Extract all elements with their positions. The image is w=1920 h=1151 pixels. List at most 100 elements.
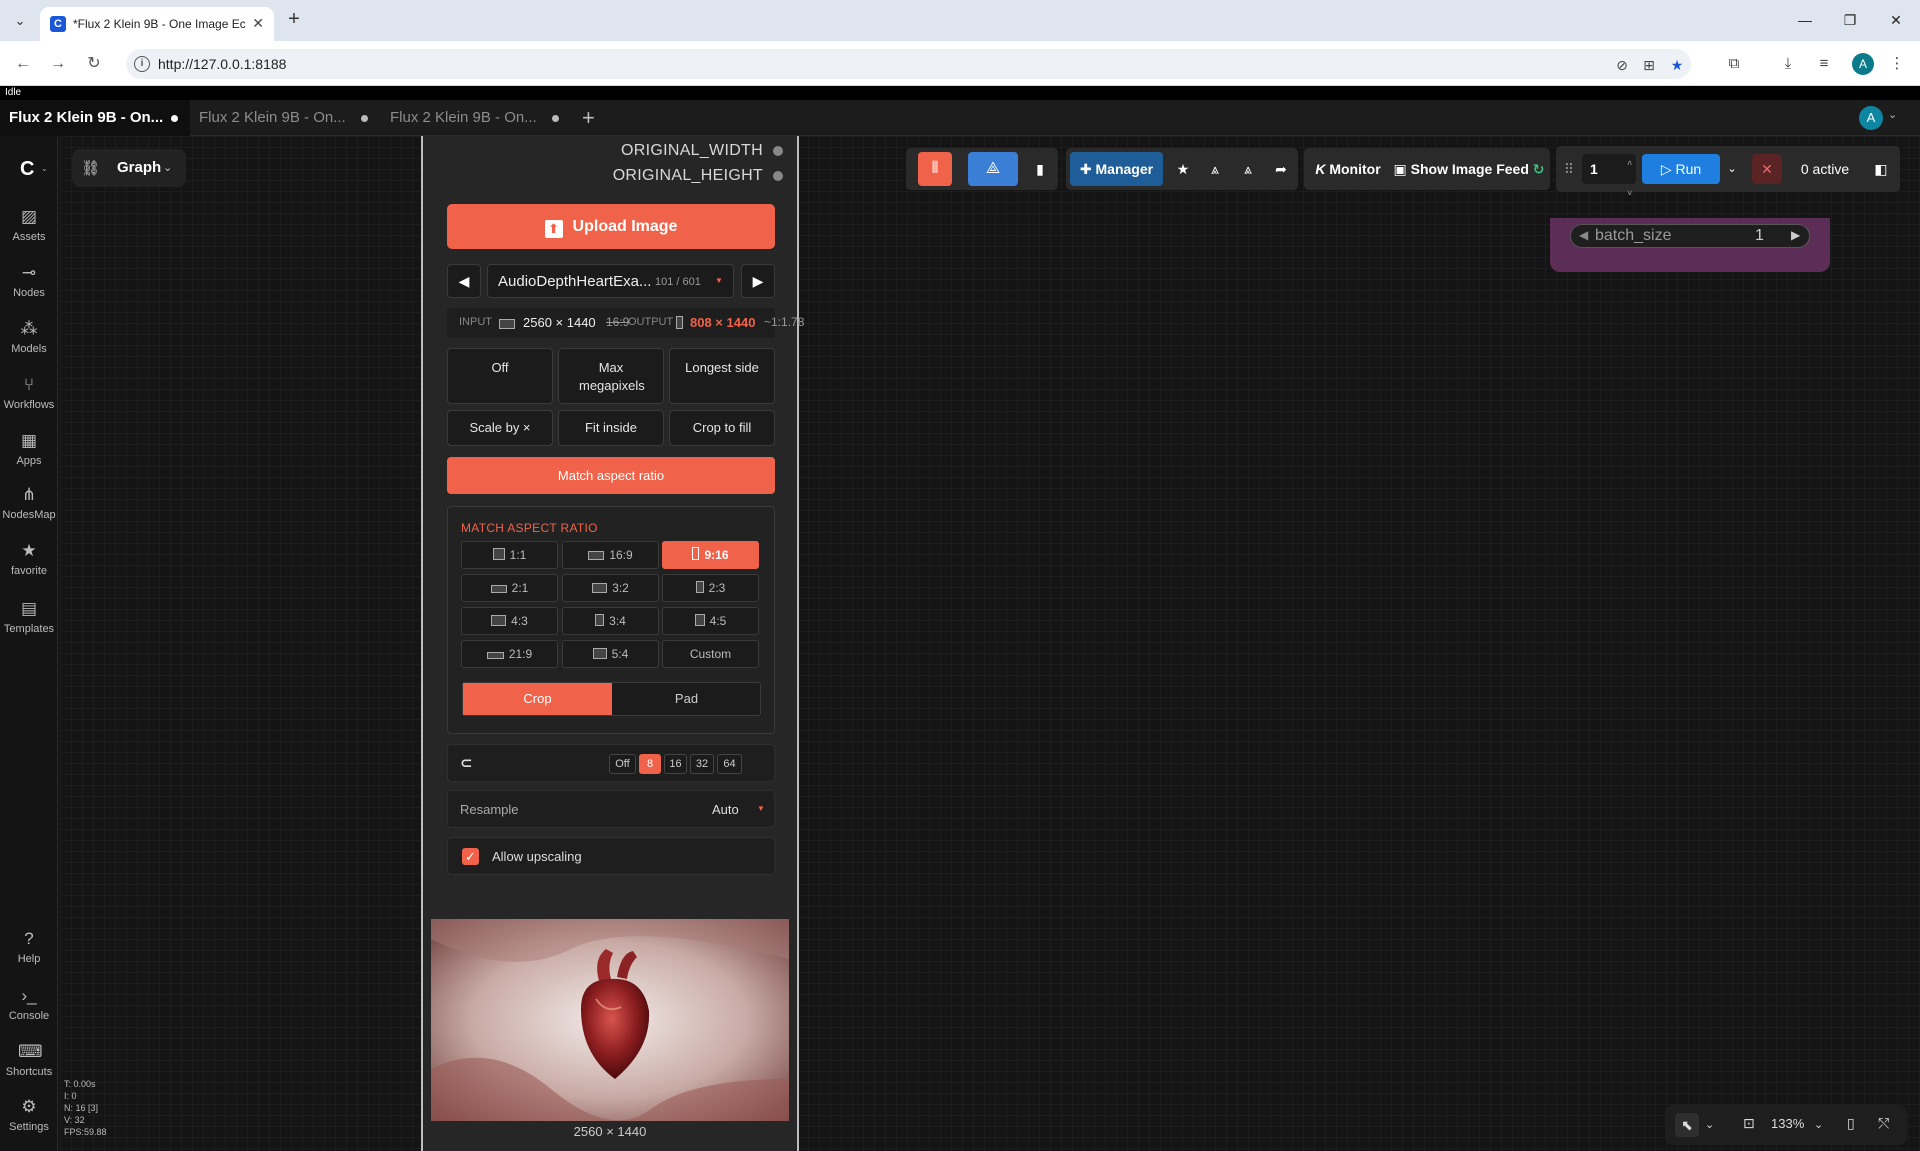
- pad-button[interactable]: Pad: [612, 683, 761, 715]
- downloads-icon[interactable]: ⤓: [1777, 53, 1799, 75]
- match-aspect-ratio-button[interactable]: Match aspect ratio: [447, 457, 775, 494]
- empty-latent-node[interactable]: ◀ batch_size 1 ▶: [1550, 218, 1830, 272]
- sidebar-item-console[interactable]: ›_ Console: [0, 985, 58, 1022]
- run-button[interactable]: ▷ Run: [1642, 154, 1720, 184]
- user-avatar[interactable]: A: [1859, 106, 1883, 130]
- add-workflow-icon[interactable]: +: [582, 105, 595, 131]
- comfy-logo-icon[interactable]: C: [20, 158, 34, 181]
- model-icon[interactable]: ⩓: [1200, 152, 1230, 186]
- output-original-width[interactable]: ORIGINAL_WIDTH: [621, 142, 783, 160]
- ratio-2-1-button[interactable]: 2:1: [461, 574, 558, 602]
- workflow-tab-1[interactable]: Flux 2 Klein 9B - On...: [0, 100, 190, 136]
- ratio-4-5-button[interactable]: 4:5: [662, 607, 759, 635]
- minimap-icon[interactable]: ▯: [1847, 1115, 1855, 1132]
- ratio-16-9-button[interactable]: 16:9: [562, 541, 659, 569]
- output-pin-icon[interactable]: [773, 145, 783, 156]
- mode-max-megapixels-button[interactable]: Max megapixels: [558, 348, 664, 404]
- previous-image-button[interactable]: ◀: [447, 264, 481, 298]
- ratio-3-4-button[interactable]: 3:4: [562, 607, 659, 635]
- sidebar-item-models[interactable]: ⁂ Models: [0, 318, 58, 355]
- snap-16-chip[interactable]: 16: [664, 754, 687, 774]
- ratio-1-1-button[interactable]: 1:1: [461, 541, 558, 569]
- browser-tab-active[interactable]: C *Flux 2 Klein 9B - One Image Ec ✕: [40, 7, 274, 41]
- sidebar-item-favorite[interactable]: ★ favorite: [0, 540, 58, 577]
- sidebar-item-help[interactable]: ? Help: [0, 928, 58, 965]
- bookmark-icon[interactable]: ▮: [1028, 152, 1052, 186]
- workflow-logo-icon[interactable]: ⟁: [968, 152, 1018, 186]
- output-pin-icon[interactable]: [773, 170, 783, 181]
- ratio-5-4-button[interactable]: 5:4: [562, 640, 659, 668]
- chevron-down-icon[interactable]: ⌄: [41, 164, 48, 173]
- mode-fit-inside-button[interactable]: Fit inside: [558, 410, 664, 446]
- sidebar-item-nodesmap[interactable]: ⋔ NodesMap: [0, 484, 58, 521]
- ratio-4-3-button[interactable]: 4:3: [461, 607, 558, 635]
- media-controls-icon[interactable]: ≡: [1813, 53, 1835, 75]
- increment-icon[interactable]: ▶: [1791, 228, 1800, 242]
- bookmark-star-icon[interactable]: ★: [1668, 56, 1686, 74]
- mode-crop-to-fill-button[interactable]: Crop to fill: [669, 410, 775, 446]
- sidebar-item-workflows[interactable]: ⑂ Workflows: [0, 374, 58, 411]
- mode-scale-by-button[interactable]: Scale by ×: [447, 410, 553, 446]
- new-tab-button[interactable]: +: [282, 8, 306, 32]
- image-file-select[interactable]: AudioDepthHeartExa... 101 / 601 ▼: [487, 264, 734, 298]
- ratio-custom-button[interactable]: Custom: [662, 640, 759, 668]
- workflow-tab-3[interactable]: Flux 2 Klein 9B - On...: [381, 100, 571, 136]
- workflow-tab-2[interactable]: Flux 2 Klein 9B - On...: [190, 100, 380, 136]
- crop-button[interactable]: Crop: [463, 683, 612, 715]
- star-icon[interactable]: ★: [1168, 152, 1198, 186]
- sidebar-item-assets[interactable]: ▨ Assets: [0, 206, 58, 243]
- queue-count-input[interactable]: 1 ˄ ˅: [1582, 154, 1636, 198]
- tab-search-chevron-icon[interactable]: ⌄: [8, 9, 32, 33]
- camera-off-icon[interactable]: ⊘: [1613, 56, 1631, 74]
- chevron-down-icon[interactable]: ⌄: [1888, 108, 1897, 121]
- checkbox-checked-icon[interactable]: ✓: [462, 848, 479, 865]
- stepper-icon[interactable]: ˄ ˅: [1627, 149, 1632, 209]
- url-field[interactable]: i http://127.0.0.1:8188 ⊘ ⊞ ★: [126, 49, 1691, 79]
- audio-bars-icon[interactable]: ⦀: [918, 152, 952, 186]
- cancel-queue-button[interactable]: ✕: [1752, 154, 1782, 184]
- reload-icon[interactable]: ↻: [83, 53, 105, 75]
- extensions-icon[interactable]: ⧉: [1723, 53, 1745, 75]
- zoom-level[interactable]: 133%: [1771, 1116, 1804, 1131]
- snap-32-chip[interactable]: 32: [690, 754, 714, 774]
- restore-window-icon[interactable]: ❐: [1830, 6, 1870, 34]
- snap-off-chip[interactable]: Off: [609, 754, 636, 774]
- snap-8-chip[interactable]: 8: [639, 754, 661, 774]
- sidebar-item-nodes[interactable]: ⊸ Nodes: [0, 262, 58, 299]
- run-options-chevron-icon[interactable]: ⌄: [1722, 154, 1742, 184]
- batch-size-widget[interactable]: ◀ batch_size 1 ▶: [1570, 224, 1810, 248]
- chevron-down-icon[interactable]: ⌄: [1705, 1118, 1714, 1131]
- upload-image-button[interactable]: ⬆ Upload Image: [447, 204, 775, 249]
- active-queue-count[interactable]: 0 active: [1790, 154, 1860, 184]
- sidebar-item-templates[interactable]: ▤ Templates: [0, 598, 58, 635]
- back-icon[interactable]: ←: [12, 53, 34, 75]
- decrement-icon[interactable]: ◀: [1579, 228, 1588, 242]
- site-info-icon[interactable]: i: [134, 56, 150, 72]
- select-mode-icon[interactable]: ⬉: [1675, 1113, 1699, 1137]
- minimize-window-icon[interactable]: —: [1785, 6, 1825, 34]
- show-image-feed-button[interactable]: ▣ Show Image Feed ↻: [1390, 152, 1548, 186]
- monitor-button[interactable]: K Monitor: [1310, 152, 1386, 186]
- install-app-icon[interactable]: ⊞: [1640, 56, 1658, 74]
- sidebar-item-shortcuts[interactable]: ⌨ Shortcuts: [0, 1041, 58, 1078]
- close-tab-icon[interactable]: ✕: [252, 15, 264, 32]
- sidebar-item-apps[interactable]: ▦ Apps: [0, 430, 58, 467]
- chevron-down-icon[interactable]: ⌄: [1814, 1118, 1823, 1131]
- toggle-panel-icon[interactable]: ◧: [1866, 154, 1896, 184]
- resample-select[interactable]: Resample Auto ▼: [447, 790, 775, 828]
- snap-64-chip[interactable]: 64: [717, 754, 742, 774]
- allow-upscaling-row[interactable]: ✓ Allow upscaling: [447, 837, 775, 875]
- forward-icon[interactable]: →: [47, 53, 69, 75]
- drag-handle-icon[interactable]: ⠿: [1562, 154, 1576, 184]
- manager-button[interactable]: ✚ Manager: [1070, 152, 1163, 186]
- close-window-icon[interactable]: ✕: [1876, 6, 1916, 34]
- ratio-3-2-button[interactable]: 3:2: [562, 574, 659, 602]
- model-alt-icon[interactable]: ⩓: [1233, 152, 1263, 186]
- share-icon[interactable]: ➦: [1266, 152, 1296, 186]
- mode-off-button[interactable]: Off: [447, 348, 553, 404]
- output-original-height[interactable]: ORIGINAL_HEIGHT: [613, 167, 783, 185]
- fit-view-icon[interactable]: ⊡: [1743, 1115, 1755, 1132]
- sidebar-item-settings[interactable]: ⚙ Settings: [0, 1096, 58, 1133]
- next-image-button[interactable]: ▶: [741, 264, 775, 298]
- hide-links-icon[interactable]: ⤲: [1878, 1115, 1889, 1132]
